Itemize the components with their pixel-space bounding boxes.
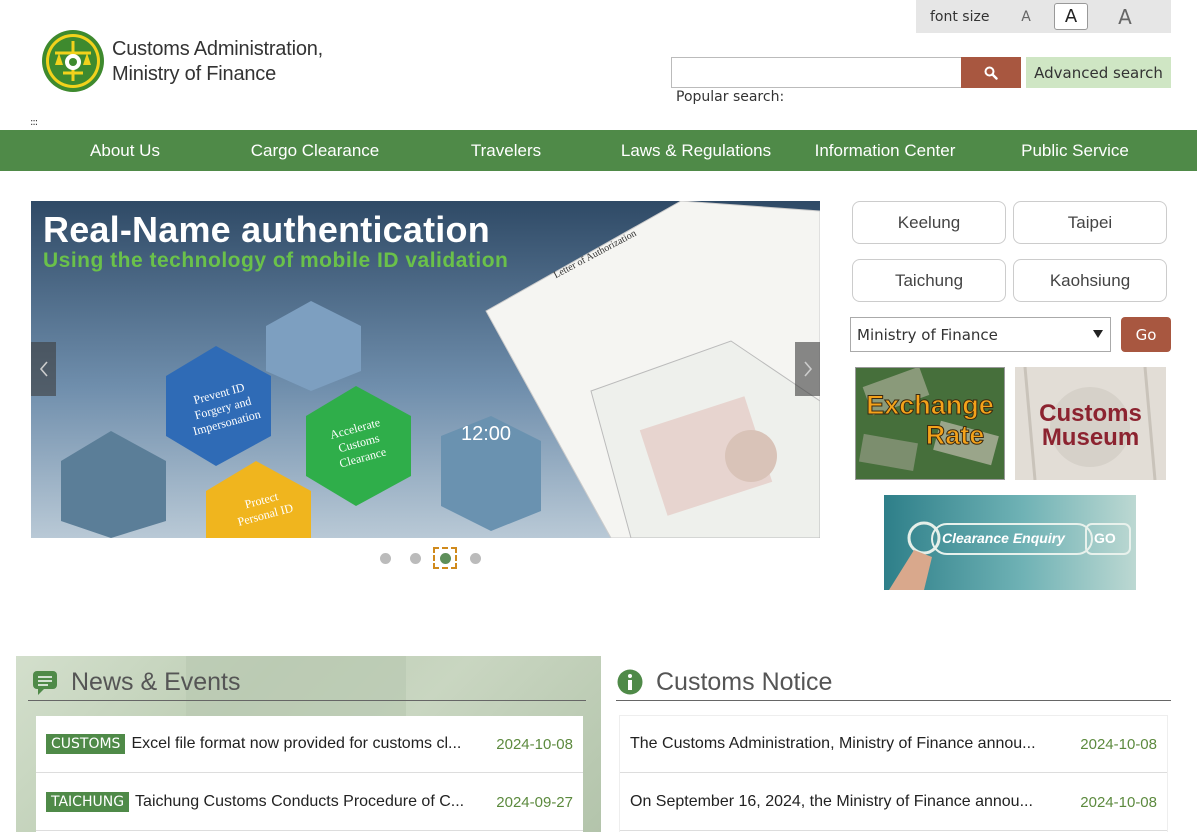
news-list: CUSTOMS Excel file format now provided f… (36, 716, 583, 832)
carousel-dot-4[interactable] (460, 546, 490, 570)
nav-item-laws-regulations[interactable]: Laws & Regulations (611, 130, 781, 171)
carousel-title: Real-Name authentication (43, 209, 490, 250)
site-title-line2: Ministry of Finance (112, 63, 277, 85)
search-input[interactable] (671, 57, 961, 88)
notice-title[interactable]: The Customs Administration, Ministry of … (630, 735, 1074, 753)
customs-museum-banner[interactable]: Customs Museum (1015, 367, 1166, 480)
advanced-search-button[interactable]: Advanced search (1026, 57, 1171, 88)
news-title[interactable]: Taichung Customs Conducts Procedure of C… (135, 793, 490, 811)
accesskey-link[interactable]: ::: (30, 117, 38, 128)
clearance-enquiry-banner[interactable]: Clearance Enquiry GO (884, 495, 1136, 590)
dropdown-arrow-icon (1093, 330, 1103, 338)
go-button[interactable]: Go (1121, 317, 1171, 352)
notice-date: 2024-10-08 (1080, 793, 1157, 811)
info-icon (617, 669, 643, 695)
list-item[interactable]: CUSTOMS Excel file format now provided f… (36, 716, 583, 773)
font-size-label: font size (930, 8, 990, 25)
carousel-dot-2[interactable] (400, 546, 430, 570)
popular-search-label: Popular search: (676, 89, 785, 105)
carousel-subtitle: Using the technology of mobile ID valida… (43, 249, 509, 272)
carousel-clock: 12:00 (461, 423, 512, 445)
main-nav: About Us Cargo Clearance Travelers Laws … (0, 130, 1197, 171)
list-item[interactable]: TAICHUNG Taichung Customs Conducts Proce… (36, 774, 583, 831)
carousel-dot-3[interactable] (432, 546, 458, 570)
news-date: 2024-10-08 (496, 735, 573, 753)
chevron-left-icon (39, 361, 48, 377)
clearance-go-label: GO (1094, 530, 1116, 546)
notice-list: The Customs Administration, Ministry of … (620, 716, 1167, 832)
nav-item-travelers[interactable]: Travelers (421, 130, 591, 171)
news-tag: TAICHUNG (46, 792, 130, 812)
notice-date: 2024-10-08 (1080, 735, 1157, 753)
museum-line2: Museum (1041, 424, 1140, 451)
search-icon (984, 66, 998, 80)
carousel-pagination (370, 546, 490, 570)
carousel-next-button[interactable] (795, 342, 820, 396)
font-size-large-button[interactable]: A (1107, 3, 1143, 31)
news-tag: CUSTOMS (46, 734, 126, 754)
news-chat-icon (33, 671, 57, 695)
customs-notice-heading: Customs Notice (656, 668, 833, 696)
font-size-small-button[interactable]: A (1008, 3, 1044, 31)
port-taichung-button[interactable]: Taichung (852, 259, 1006, 302)
nav-item-information-center[interactable]: Information Center (800, 130, 970, 171)
clearance-enquiry-label: Clearance Enquiry (942, 530, 1065, 546)
related-links-selected: Ministry of Finance (857, 325, 998, 344)
list-item[interactable]: On September 16, 2024, the Ministry of F… (620, 774, 1167, 831)
news-title[interactable]: Excel file format now provided for custo… (131, 735, 490, 753)
nav-item-public-service[interactable]: Public Service (990, 130, 1160, 171)
carousel-dot-1[interactable] (370, 546, 400, 570)
port-kaohsiung-button[interactable]: Kaohsiung (1013, 259, 1167, 302)
hero-carousel[interactable]: Real-Name authentication Using the techn… (31, 201, 820, 538)
site-title[interactable]: Customs Administration, Ministry of Fina… (112, 37, 323, 87)
search-button[interactable] (961, 57, 1021, 88)
news-date: 2024-09-27 (496, 793, 573, 811)
port-keelung-button[interactable]: Keelung (852, 201, 1006, 244)
carousel-prev-button[interactable] (31, 342, 56, 396)
exchange-rate-line1: Exchange (866, 390, 995, 421)
port-taipei-button[interactable]: Taipei (1013, 201, 1167, 244)
news-heading-rule (28, 700, 586, 701)
notice-title[interactable]: On September 16, 2024, the Ministry of F… (630, 793, 1074, 811)
exchange-rate-line2: Rate (925, 420, 985, 451)
customs-logo[interactable] (41, 29, 105, 93)
font-size-medium-button[interactable]: A (1054, 3, 1088, 30)
nav-item-cargo-clearance[interactable]: Cargo Clearance (230, 130, 400, 171)
news-events-heading: News & Events (71, 668, 241, 696)
nav-item-about-us[interactable]: About Us (40, 130, 210, 171)
site-title-line1: Customs Administration, (112, 38, 324, 60)
related-links-select[interactable]: Ministry of Finance (850, 317, 1111, 352)
list-item[interactable]: The Customs Administration, Ministry of … (620, 716, 1167, 773)
chevron-right-icon (803, 361, 812, 377)
notice-heading-rule (616, 700, 1171, 701)
font-size-bar: font size A A A (916, 0, 1171, 33)
exchange-rate-banner[interactable]: Exchange Rate (855, 367, 1005, 480)
